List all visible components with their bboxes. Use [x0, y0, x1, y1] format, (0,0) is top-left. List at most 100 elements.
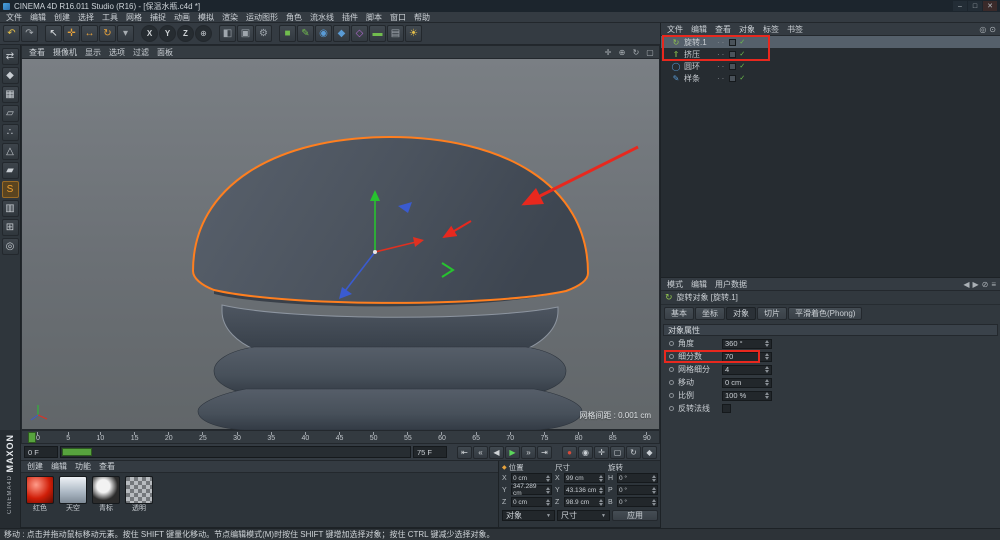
next-frame-button[interactable]: » [521, 446, 536, 459]
animation-dot-icon[interactable] [669, 393, 674, 398]
modeling-menu[interactable]: ◆ [333, 25, 350, 42]
property-value-field[interactable]: 4 [722, 365, 772, 375]
material-thumbnail[interactable] [92, 476, 120, 504]
object-name[interactable]: 挤压 [684, 49, 714, 60]
material-menu-item[interactable]: 编辑 [47, 461, 71, 472]
attr-menu-icon[interactable]: ≡ [991, 280, 996, 289]
visibility-dots-icon[interactable]: ·· [717, 74, 726, 83]
generator-menu[interactable]: ◉ [315, 25, 332, 42]
material-menu-item[interactable]: 查看 [95, 461, 119, 472]
viewport-panel[interactable]: 查看摄像机显示选项过滤面板 ✛⊕↻▢ [21, 45, 660, 430]
om-target-icon[interactable]: ⊙ [989, 25, 996, 34]
position-value-field[interactable]: 347.289 cm [511, 485, 552, 495]
property-checkbox[interactable] [722, 404, 731, 413]
stepper-icon[interactable] [599, 475, 603, 482]
locked-workplane-icon[interactable]: ⊞ [2, 219, 19, 236]
gizmo-origin[interactable] [373, 250, 377, 254]
attribute-tab[interactable]: 坐标 [695, 307, 725, 320]
previous-frame-button[interactable]: ◀ [489, 446, 504, 459]
object-manager-menu-item[interactable]: 查看 [711, 24, 735, 35]
animation-dot-icon[interactable] [669, 380, 674, 385]
record-position-button[interactable]: ✛ [594, 446, 609, 459]
rotation-value-field[interactable]: 0 ° [617, 497, 658, 507]
rotation-value-field[interactable]: 0 ° [617, 473, 658, 483]
menu-item[interactable]: 运动图形 [242, 12, 282, 23]
layer-chip-icon[interactable] [729, 51, 736, 58]
maximize-button[interactable]: □ [968, 1, 982, 11]
object-manager-menu-item[interactable]: 文件 [663, 24, 687, 35]
size-value-field[interactable]: 43.136 cm [564, 485, 605, 495]
property-value-field[interactable]: 360 ° [722, 339, 772, 349]
object-manager-menu-item[interactable]: 书签 [783, 24, 807, 35]
menu-item[interactable]: 捕捉 [146, 12, 170, 23]
attribute-menu-item[interactable]: 模式 [663, 279, 687, 290]
viewport-menu-item[interactable]: 显示 [81, 47, 105, 58]
enabled-check-icon[interactable]: ✓ [739, 38, 745, 46]
animation-dot-icon[interactable] [669, 367, 674, 372]
object-name[interactable]: 圆环 [684, 61, 714, 72]
object-name[interactable]: 旋转.1 [684, 37, 714, 48]
stepper-icon[interactable] [765, 353, 769, 360]
object-manager-menu-item[interactable]: 对象 [735, 24, 759, 35]
coordinate-system-button[interactable]: ⊕ [195, 25, 212, 42]
attribute-menu-item[interactable]: 用户数据 [711, 279, 751, 290]
toolbar-separator[interactable] [39, 25, 44, 42]
size-value-field[interactable]: 99 cm [564, 473, 605, 483]
menu-item[interactable]: 选择 [74, 12, 98, 23]
texture-mode-icon[interactable]: ▦ [2, 86, 19, 103]
material-thumbnail[interactable] [26, 476, 54, 504]
stepper-icon[interactable] [765, 379, 769, 386]
enable-snap-icon[interactable]: S [2, 181, 19, 198]
material-item[interactable]: 透明 [124, 476, 154, 513]
render-settings-button[interactable]: ⚙ [255, 25, 272, 42]
object-item[interactable]: ✎ 样条 ·· ✓ [661, 72, 1000, 84]
toolbar-separator[interactable] [273, 25, 278, 42]
model-dome[interactable] [193, 137, 588, 303]
lock-x-axis-button[interactable]: X [141, 25, 158, 42]
stepper-icon[interactable] [546, 475, 550, 482]
attribute-menu-item[interactable]: 编辑 [687, 279, 711, 290]
material-item[interactable]: 天空 [58, 476, 88, 513]
menu-item[interactable]: 插件 [338, 12, 362, 23]
animation-dot-icon[interactable] [669, 341, 674, 346]
primitive-cube-menu[interactable]: ■ [279, 25, 296, 42]
property-value-field[interactable]: 70 [722, 352, 772, 362]
visibility-dots-icon[interactable]: ·· [717, 38, 726, 47]
size-mode-dropdown[interactable]: 尺寸▼ [557, 510, 610, 521]
menu-item[interactable]: 帮助 [410, 12, 434, 23]
layer-chip-icon[interactable] [729, 63, 736, 70]
stepper-icon[interactable] [765, 366, 769, 373]
model-mode-icon[interactable]: ◆ [2, 67, 19, 84]
object-name[interactable]: 样条 [684, 73, 714, 84]
attr-back-icon[interactable]: ◀ [963, 280, 969, 289]
material-thumbnail[interactable] [125, 476, 153, 504]
menu-item[interactable]: 文件 [2, 12, 26, 23]
enabled-check-icon[interactable]: ✓ [739, 74, 745, 82]
scale-tool-icon[interactable]: ↔ [81, 25, 98, 42]
record-scale-button[interactable]: ▢ [610, 446, 625, 459]
record-keyframe-button[interactable]: ● [562, 446, 577, 459]
object-manager-menu-item[interactable]: 编辑 [687, 24, 711, 35]
enabled-check-icon[interactable]: ✓ [739, 62, 745, 70]
object-item[interactable]: ⇑ 挤压 ·· ✓ [661, 48, 1000, 60]
viewport-filter-icon[interactable]: ◎ [2, 238, 19, 255]
lock-y-axis-button[interactable]: Y [159, 25, 176, 42]
position-value-field[interactable]: 0 cm [511, 473, 552, 483]
material-thumbnail[interactable] [59, 476, 87, 504]
stepper-icon[interactable] [546, 487, 550, 494]
stepper-icon[interactable] [652, 499, 656, 506]
object-item[interactable]: ◯ 圆环 ·· ✓ [661, 60, 1000, 72]
om-search-icon[interactable]: ◎ [979, 25, 986, 34]
size-value-field[interactable]: 98.9 cm [564, 497, 605, 507]
edges-mode-icon[interactable]: △ [2, 143, 19, 160]
object-manager-menu-item[interactable]: 标签 [759, 24, 783, 35]
play-button[interactable]: ▶ [505, 446, 520, 459]
attribute-tab[interactable]: 对象 [726, 307, 756, 320]
visibility-dots-icon[interactable]: ·· [717, 50, 726, 59]
goto-end-button[interactable]: ⇥ [537, 446, 552, 459]
menu-item[interactable]: 窗口 [386, 12, 410, 23]
record-rotation-button[interactable]: ↻ [626, 446, 641, 459]
camera-menu[interactable]: ▤ [387, 25, 404, 42]
animation-dot-icon[interactable] [669, 406, 674, 411]
viewport-toggle-icon[interactable]: ▢ [644, 47, 656, 57]
